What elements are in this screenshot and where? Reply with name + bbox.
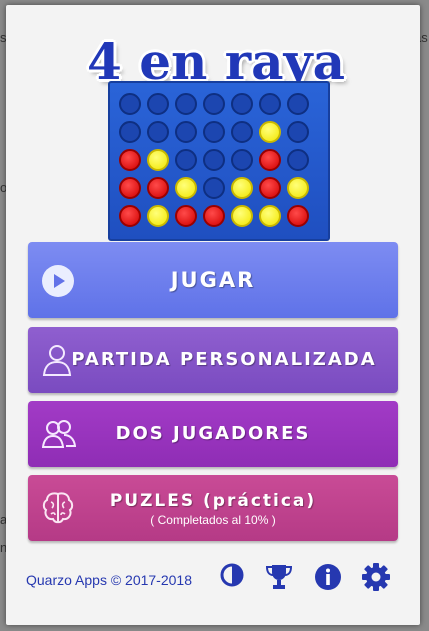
board-grid: [116, 90, 312, 230]
red-disc: [203, 205, 225, 227]
yellow-disc: [147, 149, 169, 171]
yellow-disc: [231, 205, 253, 227]
empty-slot: [231, 149, 253, 171]
empty-slot: [203, 149, 225, 171]
empty-slot: [203, 121, 225, 143]
empty-slot: [287, 93, 309, 115]
info-icon[interactable]: [313, 562, 343, 596]
empty-slot: [287, 149, 309, 171]
red-disc: [175, 205, 197, 227]
play-icon: [42, 265, 74, 297]
red-disc: [287, 205, 309, 227]
red-disc: [119, 149, 141, 171]
empty-slot: [119, 121, 141, 143]
empty-slot: [175, 93, 197, 115]
main-menu-dialog: 4 en raya JUGAR PARTIDA PERSONALIZADA DO…: [6, 5, 420, 625]
settings-icon[interactable]: [361, 562, 391, 596]
yellow-disc: [259, 121, 281, 143]
trophy-icon[interactable]: [264, 562, 294, 596]
red-disc: [119, 205, 141, 227]
two-players-button[interactable]: DOS JUGADORES: [28, 401, 398, 467]
red-disc: [259, 177, 281, 199]
brain-icon: [42, 491, 74, 529]
game-board-illustration: [108, 81, 330, 241]
yellow-disc: [287, 177, 309, 199]
empty-slot: [231, 121, 253, 143]
empty-slot: [231, 93, 253, 115]
empty-slot: [287, 121, 309, 143]
copyright-text: Quarzo Apps © 2017-2018: [26, 572, 192, 588]
empty-slot: [147, 93, 169, 115]
puzzles-button[interactable]: PUZLES (práctica) ( Completados al 10% ): [28, 475, 398, 541]
two-people-icon: [41, 419, 77, 453]
yellow-disc: [231, 177, 253, 199]
empty-slot: [175, 149, 197, 171]
yellow-disc: [259, 205, 281, 227]
empty-slot: [203, 93, 225, 115]
custom-game-label: PARTIDA PERSONALIZADA: [71, 349, 377, 370]
play-button[interactable]: JUGAR: [28, 242, 398, 318]
two-players-label: DOS JUGADORES: [115, 423, 311, 444]
empty-slot: [259, 93, 281, 115]
custom-game-button[interactable]: PARTIDA PERSONALIZADA: [28, 327, 398, 393]
puzzles-label: PUZLES (práctica): [109, 491, 317, 511]
red-disc: [259, 149, 281, 171]
empty-slot: [147, 121, 169, 143]
red-disc: [147, 177, 169, 199]
contrast-icon[interactable]: [219, 562, 245, 592]
yellow-disc: [175, 177, 197, 199]
red-disc: [119, 177, 141, 199]
empty-slot: [119, 93, 141, 115]
play-button-label: JUGAR: [170, 268, 256, 292]
yellow-disc: [147, 205, 169, 227]
empty-slot: [175, 121, 197, 143]
person-icon: [42, 343, 72, 381]
puzzles-progress-text: ( Completados al 10% ): [150, 513, 276, 527]
empty-slot: [203, 177, 225, 199]
